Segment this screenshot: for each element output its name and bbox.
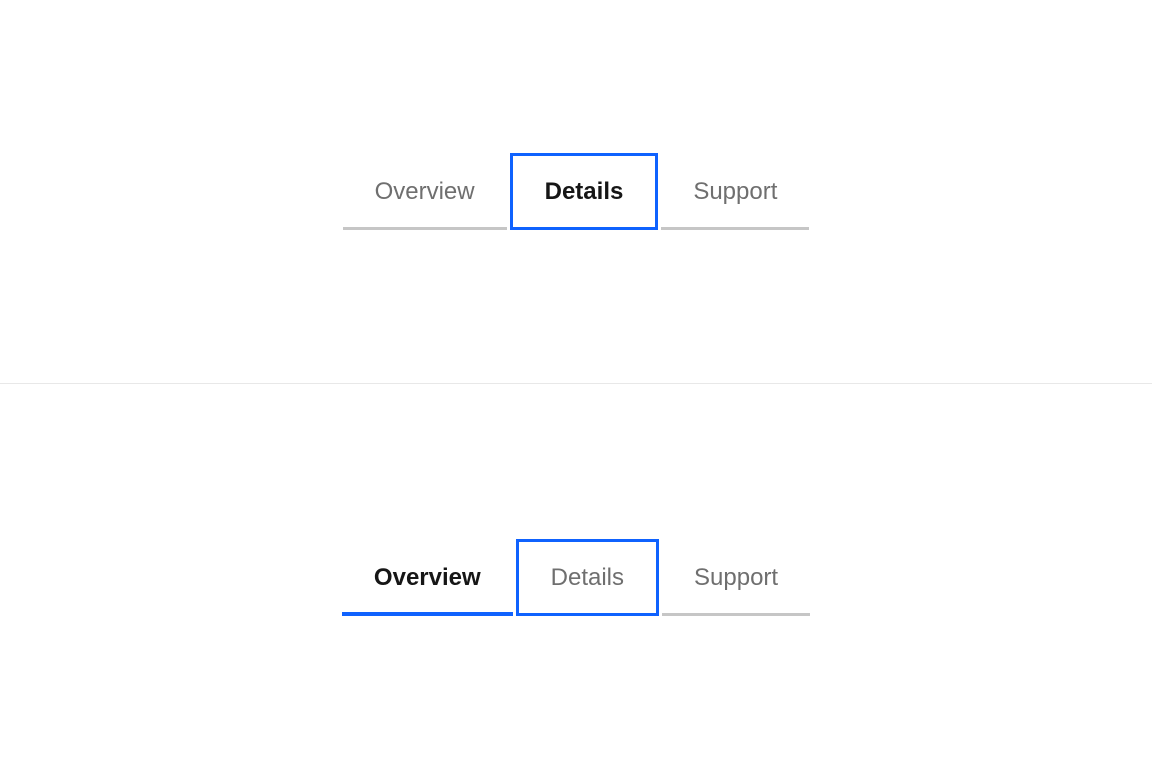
tab-label: Overview: [374, 564, 481, 591]
tab-label: Details: [545, 178, 624, 205]
tabset: Overview Details Support: [340, 153, 813, 230]
tab-overview[interactable]: Overview: [339, 539, 516, 616]
tab-details[interactable]: Details: [510, 153, 659, 230]
tab-support[interactable]: Support: [658, 153, 812, 230]
tabs-example-b: Overview Details Support: [0, 384, 1152, 771]
tab-overview[interactable]: Overview: [340, 153, 510, 230]
tab-support[interactable]: Support: [659, 539, 813, 616]
tab-details[interactable]: Details: [516, 539, 659, 616]
tab-label: Details: [551, 564, 624, 591]
tab-label: Overview: [375, 178, 475, 205]
tabs-example-a: Overview Details Support: [0, 0, 1152, 384]
tab-label: Support: [693, 178, 777, 205]
tabset: Overview Details Support: [339, 539, 813, 616]
tab-label: Support: [694, 564, 778, 591]
